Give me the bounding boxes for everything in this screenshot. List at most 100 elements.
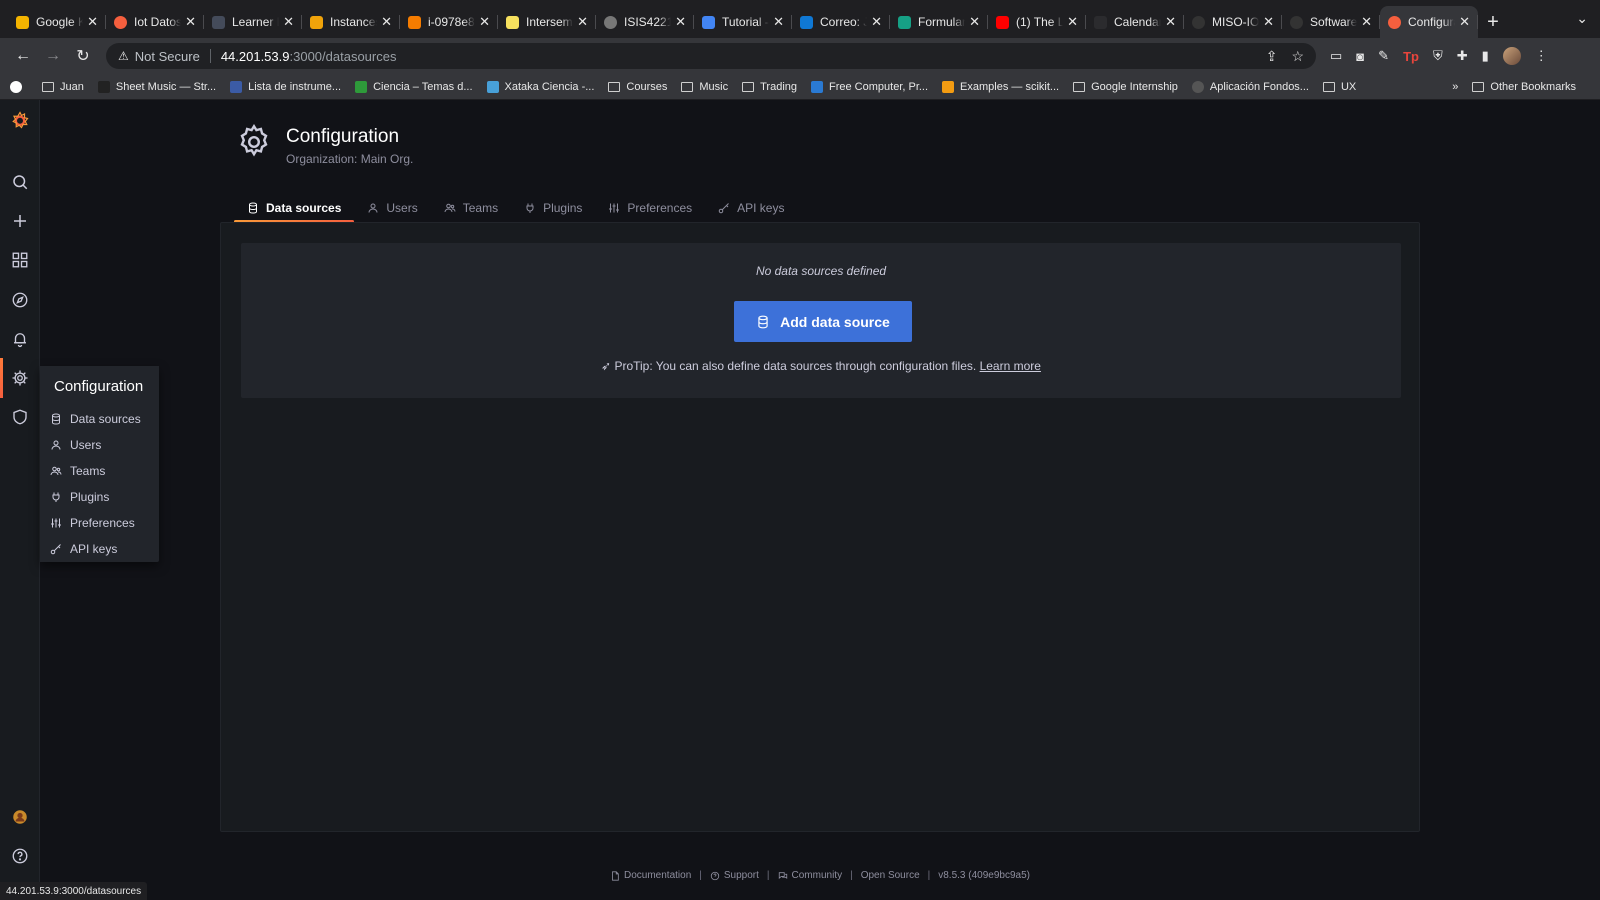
- bookmark-link[interactable]: Ciencia – Temas d...: [355, 80, 473, 93]
- browser-tab[interactable]: Calendar ✕: [1086, 6, 1184, 38]
- extension-cast-icon[interactable]: ▭: [1330, 48, 1342, 64]
- tab-title: Google Ke: [36, 15, 84, 29]
- flyout-item-users[interactable]: Users: [40, 432, 159, 458]
- browser-tab[interactable]: Tutorial - ✕: [694, 6, 792, 38]
- flyout-item-plugins[interactable]: Plugins: [40, 484, 159, 510]
- close-tab-icon[interactable]: ✕: [773, 14, 784, 30]
- forward-arrow-icon[interactable]: →: [40, 43, 66, 69]
- tab-teams[interactable]: Teams: [431, 194, 511, 222]
- other-bookmarks-folder[interactable]: Other Bookmarks: [1472, 81, 1576, 93]
- user-avatar[interactable]: [0, 797, 40, 837]
- close-tab-icon[interactable]: ✕: [969, 14, 980, 30]
- extension-pen-icon[interactable]: ✎: [1378, 48, 1389, 64]
- browser-tab[interactable]: ISIS4221 ✕: [596, 6, 694, 38]
- configuration-gear-icon[interactable]: [0, 358, 40, 398]
- browser-tab[interactable]: Instances ✕: [302, 6, 400, 38]
- address-bar[interactable]: ⚠ Not Secure 44.201.53.9:3000/datasource…: [106, 43, 1316, 69]
- bookmark-link[interactable]: Free Computer, Pr...: [811, 80, 928, 93]
- security-label[interactable]: Not Secure: [135, 49, 200, 64]
- browser-tab[interactable]: Learner L ✕: [204, 6, 302, 38]
- footer-label: Open Source: [860, 870, 920, 881]
- flyout-item-teams[interactable]: Teams: [40, 458, 159, 484]
- back-arrow-icon[interactable]: ←: [10, 43, 36, 69]
- footer-community-link[interactable]: Community: [770, 870, 851, 881]
- tab-search-chevron-icon[interactable]: ⌄: [1576, 10, 1588, 27]
- bookmark-link[interactable]: Examples — scikit...: [942, 80, 1059, 93]
- tab-plugins[interactable]: Plugins: [511, 194, 595, 222]
- footer-label: Support: [723, 870, 759, 881]
- extension-tp-icon[interactable]: Tp: [1403, 49, 1419, 64]
- close-tab-icon[interactable]: ✕: [185, 14, 196, 30]
- browser-tab[interactable]: Formulari ✕: [890, 6, 988, 38]
- browser-tab[interactable]: i-0978e8 ✕: [400, 6, 498, 38]
- learn-more-link[interactable]: Learn more: [980, 359, 1041, 373]
- page-footer: Documentation | Support | Community | Op…: [0, 870, 1600, 881]
- close-tab-icon[interactable]: ✕: [479, 14, 490, 30]
- flyout-item-preferences[interactable]: Preferences: [40, 510, 159, 536]
- shield-icon[interactable]: ⛨: [1433, 48, 1443, 64]
- footer-open-source-link[interactable]: Open Source: [853, 870, 928, 881]
- question-circle-icon: [710, 871, 720, 880]
- bookmark-folder[interactable]: Music: [681, 81, 728, 93]
- footer-documentation-link[interactable]: Documentation: [602, 870, 699, 881]
- create-plus-icon[interactable]: [0, 201, 40, 241]
- bookmark-folder[interactable]: Juan: [42, 81, 84, 93]
- bookmark-folder[interactable]: Google Internship: [1073, 81, 1178, 93]
- tab-api-keys[interactable]: API keys: [705, 194, 797, 222]
- share-icon[interactable]: ⇪: [1266, 48, 1278, 65]
- tab-favicon-icon: [16, 15, 29, 29]
- browser-tab[interactable]: Software ✕: [1282, 6, 1380, 38]
- browser-tab[interactable]: Correo: J ✕: [792, 6, 890, 38]
- tab-users[interactable]: Users: [354, 194, 430, 222]
- add-data-source-button[interactable]: Add data source: [734, 301, 912, 342]
- bookmark-link[interactable]: Lista de instrume...: [230, 80, 341, 93]
- close-tab-icon[interactable]: ✕: [1263, 14, 1274, 30]
- server-admin-shield-icon[interactable]: [0, 397, 40, 437]
- side-panel-icon[interactable]: ▮: [1482, 48, 1489, 64]
- close-tab-icon[interactable]: ✕: [577, 14, 588, 30]
- bookmark-folder[interactable]: Trading: [742, 81, 797, 93]
- tab-preferences[interactable]: Preferences: [595, 194, 705, 222]
- browser-tab[interactable]: Iot Datos ✕: [106, 6, 204, 38]
- close-tab-icon[interactable]: ✕: [1361, 14, 1372, 30]
- dashboards-grid-icon[interactable]: [0, 240, 40, 280]
- footer-label: Community: [791, 870, 843, 881]
- search-icon[interactable]: [0, 162, 40, 202]
- close-tab-icon[interactable]: ✕: [1067, 14, 1078, 30]
- browser-tab[interactable]: Interseme ✕: [498, 6, 596, 38]
- google-g-icon[interactable]: [10, 80, 28, 93]
- browser-tab[interactable]: Google Ke✕: [8, 6, 106, 38]
- bookmark-folder[interactable]: Courses: [608, 81, 667, 93]
- flyout-title[interactable]: Configuration: [40, 366, 159, 406]
- puzzle-icon[interactable]: ✚: [1457, 48, 1468, 64]
- kebab-menu-icon[interactable]: ⋮: [1535, 48, 1548, 64]
- close-tab-icon[interactable]: ✕: [283, 14, 294, 30]
- close-tab-icon[interactable]: ✕: [381, 14, 392, 30]
- grafana-logo-icon[interactable]: [0, 100, 40, 140]
- camera-icon[interactable]: ◙: [1356, 49, 1364, 64]
- close-tab-icon[interactable]: ✕: [87, 14, 98, 30]
- explore-compass-icon[interactable]: [0, 280, 40, 320]
- bookmark-star-icon[interactable]: ☆: [1291, 48, 1304, 65]
- alerting-bell-icon[interactable]: [0, 319, 40, 359]
- bookmark-link[interactable]: Sheet Music — Str...: [97, 80, 216, 93]
- footer-support-link[interactable]: Support: [702, 870, 767, 881]
- close-tab-icon[interactable]: ✕: [675, 14, 686, 30]
- bookmark-link[interactable]: Aplicación Fondos...: [1191, 80, 1309, 93]
- reload-icon[interactable]: ↻: [70, 43, 96, 69]
- tab-data-sources[interactable]: Data sources: [234, 194, 355, 223]
- close-tab-icon[interactable]: ✕: [1459, 14, 1470, 30]
- bookmark-link[interactable]: Xataka Ciencia -...: [486, 80, 594, 93]
- close-tab-icon[interactable]: ✕: [1165, 14, 1176, 30]
- flyout-item-api-keys[interactable]: API keys: [40, 536, 159, 562]
- flyout-item-data-sources[interactable]: Data sources: [40, 406, 159, 432]
- close-tab-icon[interactable]: ✕: [871, 14, 882, 30]
- bookmark-folder[interactable]: UX: [1322, 81, 1356, 93]
- browser-tab-active[interactable]: Configura ✕: [1380, 6, 1478, 38]
- bookmarks-overflow-button[interactable]: »: [1452, 81, 1458, 93]
- extensions-area: ▭ ◙ ✎ Tp ⛨ ✚ ▮ ⋮: [1330, 47, 1548, 65]
- new-tab-button[interactable]: +: [1478, 6, 1508, 38]
- browser-tab[interactable]: (1) The Lu✕: [988, 6, 1086, 38]
- browser-tab[interactable]: MISO-IOT✕: [1184, 6, 1282, 38]
- profile-avatar[interactable]: [1502, 47, 1521, 65]
